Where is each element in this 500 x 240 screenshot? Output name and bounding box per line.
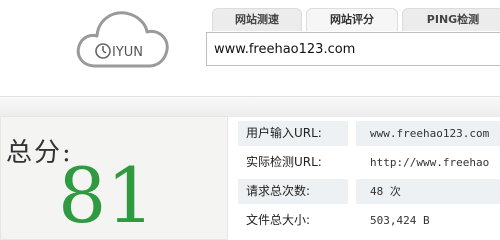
info-table: 用户输入URL: www.freehao123.com 实际检测URL: htt…: [238, 121, 500, 237]
checked-url-label: 实际检测URL:: [246, 155, 322, 169]
info-row-total-size: 文件总大小: 503,424 B: [238, 208, 500, 237]
info-row-request-count: 请求总次数: 48 次: [238, 179, 500, 208]
logo-text: IYUN: [112, 45, 143, 60]
score-value: 81: [58, 151, 155, 240]
request-count-value: 48 次: [356, 179, 500, 204]
request-count-label: 请求总次数:: [238, 179, 348, 204]
input-url-label: 用户输入URL:: [238, 121, 348, 146]
checked-url-value: http://www.freehao: [370, 156, 490, 169]
tool-tabs: 网站测速 网站评分 PING检测: [212, 8, 500, 31]
total-size-value: 503,424 B: [370, 214, 430, 227]
tab-speed-test[interactable]: 网站测速: [212, 8, 302, 31]
info-row-checked-url: 实际检测URL: http://www.freehao: [238, 150, 500, 179]
input-url-value: www.freehao123.com: [356, 121, 500, 146]
divider-band: [0, 96, 500, 117]
tab-ping-test[interactable]: PING检测: [402, 8, 500, 31]
info-row-input-url: 用户输入URL: www.freehao123.com: [238, 121, 500, 150]
cloud-logo[interactable]: IYUN: [74, 6, 172, 72]
url-input[interactable]: [206, 32, 500, 66]
total-size-label: 文件总大小:: [246, 213, 311, 227]
tab-site-rating[interactable]: 网站评分: [306, 8, 398, 31]
